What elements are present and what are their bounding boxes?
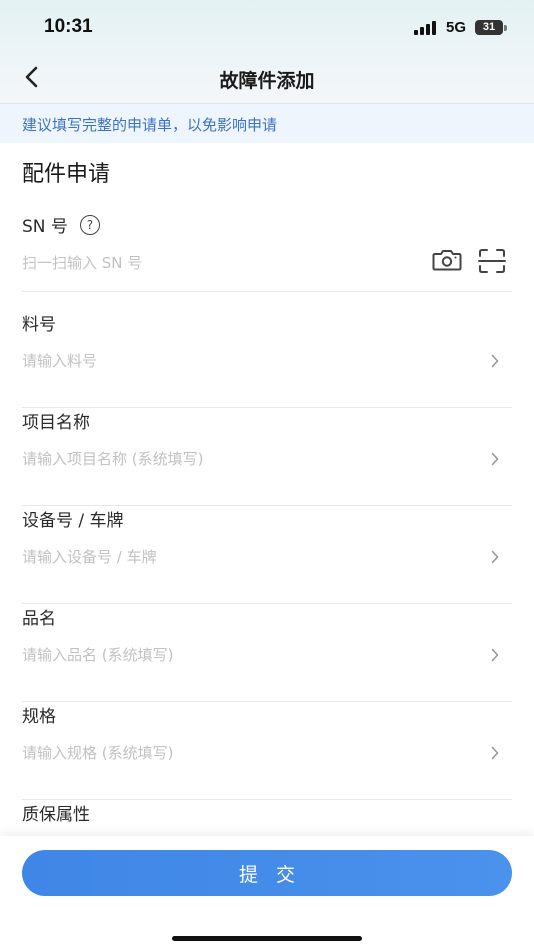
scan-icon[interactable] <box>478 248 506 274</box>
page-title: 故障件添加 <box>219 70 315 92</box>
home-indicator[interactable] <box>172 936 362 941</box>
tip-text: 建议填写完整的申请单，以免影响申请 <box>22 116 278 134</box>
chevron-right-icon[interactable] <box>488 450 502 468</box>
field-specification: 规格 <box>22 702 512 800</box>
specification-input[interactable] <box>22 740 422 766</box>
chevron-right-icon[interactable] <box>488 548 502 566</box>
bottom-action-bar: 提交 <box>0 836 534 950</box>
field-product-name: 品名 <box>22 604 512 702</box>
sn-input[interactable] <box>22 250 422 276</box>
field-sn: SN 号 ? <box>22 212 512 292</box>
help-icon[interactable]: ? <box>79 214 100 235</box>
project-name-input[interactable] <box>22 446 422 472</box>
section-title: 配件申请 <box>22 162 111 187</box>
tip-banner: 建议填写完整的申请单，以免影响申请 <box>0 103 534 143</box>
field-label-text: SN 号 <box>22 217 68 237</box>
field-label-specification: 规格 <box>22 707 56 727</box>
device-plate-input[interactable] <box>22 544 422 570</box>
product-name-input[interactable] <box>22 642 422 668</box>
field-label-sn: SN 号 ? <box>22 212 100 237</box>
camera-icon[interactable] <box>432 248 462 272</box>
status-time: 10:31 <box>44 16 93 37</box>
part-number-input[interactable] <box>22 348 422 374</box>
field-label-part-number: 料号 <box>22 315 56 335</box>
signal-icon <box>414 21 436 35</box>
submit-button[interactable]: 提交 <box>22 850 512 896</box>
battery-icon: 31 <box>475 20 503 35</box>
field-part-number: 料号 <box>22 310 512 408</box>
status-bar: 10:31 5G 31 <box>0 0 534 56</box>
field-label-device-plate: 设备号 / 车牌 <box>22 511 124 531</box>
chevron-right-icon[interactable] <box>488 646 502 664</box>
network-label: 5G <box>446 19 467 36</box>
battery-tip <box>504 25 507 31</box>
chevron-right-icon[interactable] <box>488 744 502 762</box>
chevron-right-icon[interactable] <box>488 352 502 370</box>
field-label-warranty-attribute: 质保属性 <box>22 805 90 825</box>
field-label-project-name: 项目名称 <box>22 413 90 433</box>
nav-bar: 故障件添加 <box>0 56 534 102</box>
field-label-product-name: 品名 <box>22 609 56 629</box>
field-device-plate: 设备号 / 车牌 <box>22 506 512 604</box>
field-warranty-attribute: 质保属性 <box>22 800 512 836</box>
field-project-name: 项目名称 <box>22 408 512 506</box>
